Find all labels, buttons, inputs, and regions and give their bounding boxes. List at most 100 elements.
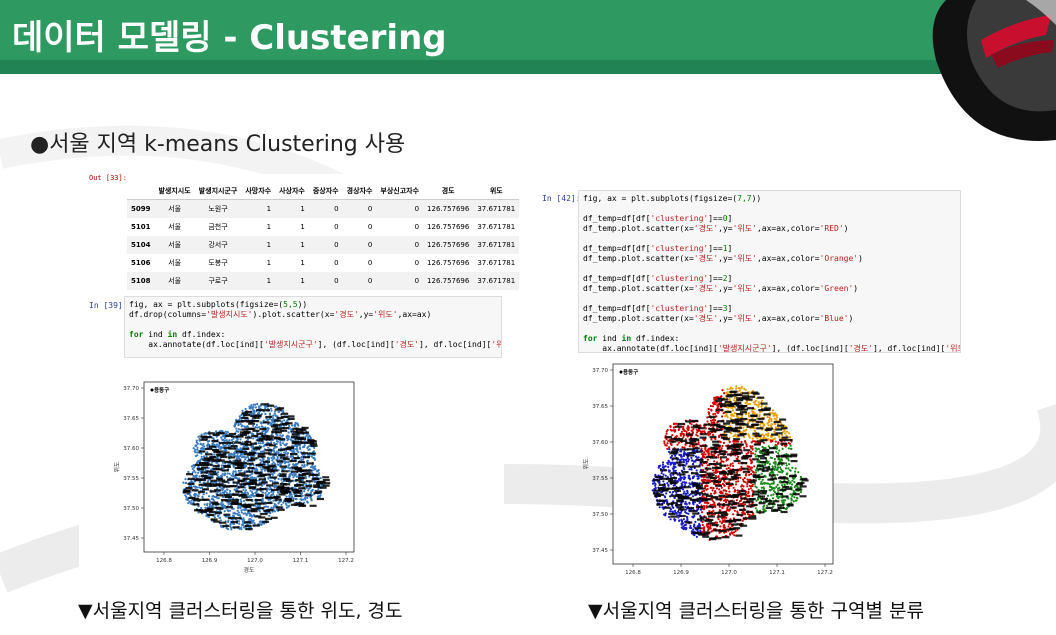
scatter-point bbox=[671, 490, 675, 494]
scatter-point bbox=[754, 507, 757, 510]
annotation-mark bbox=[253, 447, 261, 450]
scatter-point bbox=[717, 475, 720, 479]
scatter-point bbox=[707, 431, 710, 434]
scatter-point bbox=[790, 493, 794, 496]
table-header-cell: 위도 bbox=[473, 183, 520, 200]
scatter-point bbox=[731, 462, 734, 465]
scatter-point bbox=[194, 471, 197, 474]
scatter-point bbox=[747, 492, 750, 495]
annotation-mark bbox=[306, 462, 314, 465]
title-bar-stripe bbox=[0, 60, 1056, 74]
annotation-mark bbox=[270, 476, 278, 479]
scatter-point bbox=[268, 417, 272, 420]
scatter-point bbox=[196, 448, 199, 451]
scatter-point bbox=[785, 473, 788, 476]
annotation-mark bbox=[294, 479, 302, 482]
scatter-point bbox=[249, 496, 253, 499]
scatter-point bbox=[737, 387, 740, 390]
scatter-point bbox=[773, 491, 777, 494]
annotation-mark bbox=[237, 486, 245, 489]
scatter-point bbox=[273, 410, 277, 413]
table-cell: 강서구 bbox=[194, 236, 242, 254]
scatter-point bbox=[685, 462, 688, 465]
scatter-point bbox=[229, 453, 232, 456]
annotation-mark bbox=[281, 427, 289, 430]
annotation-mark bbox=[198, 498, 206, 501]
annotation-mark bbox=[747, 407, 755, 410]
scatter-point bbox=[292, 449, 295, 452]
table-cell: 5099 bbox=[127, 199, 155, 218]
scatter-point bbox=[255, 467, 258, 470]
annotation-mark bbox=[293, 490, 301, 493]
scatter-point bbox=[301, 464, 304, 467]
scatter-point bbox=[796, 485, 799, 488]
scatter-point bbox=[707, 529, 710, 532]
scatter-point bbox=[794, 499, 797, 502]
scatter-point bbox=[678, 477, 681, 481]
annotation-mark bbox=[686, 433, 693, 436]
annotation-mark bbox=[262, 421, 270, 424]
scatter-point bbox=[768, 421, 771, 424]
scatter-point bbox=[267, 476, 270, 479]
annotation-mark bbox=[219, 441, 226, 445]
scatter-point bbox=[287, 431, 290, 434]
annotation-mark bbox=[281, 412, 289, 415]
scatter-point bbox=[226, 472, 229, 475]
scatter-point bbox=[688, 482, 691, 485]
y-tick-label: 37.70 bbox=[592, 368, 608, 374]
scatter-point bbox=[665, 444, 668, 447]
annotation-mark bbox=[270, 488, 278, 492]
scatter-point bbox=[718, 505, 721, 508]
table-cell: 노원구 bbox=[194, 199, 242, 218]
scatter-point bbox=[234, 470, 237, 473]
annotation-mark bbox=[227, 456, 235, 459]
annotation-mark bbox=[246, 462, 254, 465]
scatter-point bbox=[711, 489, 714, 492]
scatter-point bbox=[696, 508, 699, 511]
scatter-point bbox=[689, 486, 692, 489]
annotation-mark bbox=[261, 403, 269, 406]
scatter-point bbox=[248, 474, 252, 477]
table-row: 5104 서울 강서구 1 1 0 0 0 126.757696 37.671781 bbox=[127, 236, 520, 254]
scatter-point bbox=[701, 468, 705, 472]
scatter-point bbox=[722, 412, 725, 415]
code-cell-right[interactable]: fig, ax = plt.subplots(figsize=(7,7)) df… bbox=[578, 190, 961, 353]
table-cell: 0 bbox=[367, 259, 373, 267]
scatter-point bbox=[767, 424, 770, 427]
annotation-mark bbox=[235, 466, 243, 469]
annotation-mark bbox=[205, 447, 213, 451]
scatter-point bbox=[237, 424, 240, 427]
scatter-point bbox=[237, 430, 240, 433]
scatter-point bbox=[704, 485, 707, 488]
annotation-mark bbox=[260, 481, 268, 484]
scatter-point bbox=[706, 526, 709, 529]
table-cell: 1 bbox=[241, 236, 276, 254]
scatter-point bbox=[308, 435, 312, 438]
scatter-point bbox=[231, 472, 234, 476]
scatter-point bbox=[198, 486, 201, 489]
scatter-point bbox=[785, 508, 788, 511]
annotation-mark bbox=[309, 504, 317, 507]
scatter-point bbox=[709, 524, 712, 527]
annotation-mark bbox=[271, 482, 279, 485]
scatter-point bbox=[733, 412, 736, 415]
scatter-point bbox=[250, 521, 253, 524]
dataframe-table: 발생지시도 발생지시군구 사망자수 사상자수 중상자수 경상자수 부상신고자수 … bbox=[127, 183, 520, 290]
scatter-point bbox=[728, 440, 731, 444]
scatter-point bbox=[722, 524, 725, 527]
scatter-point bbox=[197, 435, 200, 438]
scatter-point bbox=[256, 426, 259, 429]
annotation-mark bbox=[249, 480, 257, 483]
scatter-point bbox=[276, 440, 279, 443]
table-cell: 1 bbox=[300, 259, 305, 267]
code-cell[interactable]: fig, ax = plt.subplots(figsize=(5,5)) df… bbox=[124, 296, 502, 358]
scatter-point bbox=[198, 475, 201, 478]
scatter-point bbox=[701, 464, 704, 467]
scatter-point bbox=[272, 417, 275, 420]
annotation-mark bbox=[733, 473, 741, 477]
scatter-point bbox=[286, 452, 289, 455]
annotation-mark bbox=[305, 480, 313, 483]
scatter-point bbox=[683, 526, 686, 529]
scatter-point bbox=[741, 519, 744, 522]
scatter-point bbox=[666, 447, 669, 450]
